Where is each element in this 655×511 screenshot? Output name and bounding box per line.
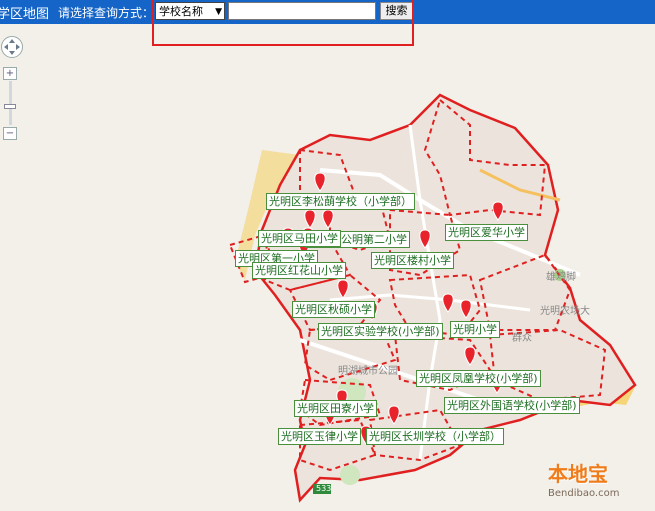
place-label: 雄鸡脚	[546, 272, 576, 283]
school-label[interactable]: 光明区实验学校(小学部)	[318, 323, 443, 340]
school-label[interactable]: 光明区红花山小学	[252, 262, 346, 279]
pan-arrows-icon	[4, 39, 20, 55]
school-label[interactable]: 光明区长圳学校（小学部）	[366, 428, 504, 445]
school-label[interactable]: 光明区外国语学校(小学部)	[444, 397, 580, 414]
school-label[interactable]: 光明区李松蓢学校（小学部）	[266, 193, 415, 210]
school-label[interactable]: 光明区马田小学	[258, 230, 341, 247]
place-label: 明湖城市公园	[338, 366, 398, 377]
school-label[interactable]: 光明小学	[450, 321, 500, 338]
watermark-url: Bendibao.com	[548, 488, 620, 499]
zoom-slider-thumb[interactable]	[4, 104, 16, 109]
school-label[interactable]: 光明区田寮小学	[294, 400, 377, 417]
pan-control[interactable]	[1, 36, 23, 58]
zoom-out-button[interactable]: −	[3, 127, 17, 140]
road-number: 533	[316, 484, 332, 493]
watermark-logo: 本地宝	[548, 462, 608, 486]
park-area	[340, 465, 360, 485]
school-label[interactable]: 光明区凤凰学校(小学部)	[416, 370, 541, 387]
school-label[interactable]: 光明区秋硕小学	[292, 301, 375, 318]
place-label: 群众	[512, 333, 532, 344]
school-label[interactable]: 光明区玉律小学	[278, 428, 361, 445]
school-label[interactable]: 光明区楼村小学	[371, 252, 454, 269]
zoom-in-button[interactable]: +	[3, 67, 17, 80]
place-label: 光明农场大	[540, 306, 590, 317]
school-label[interactable]: 光明区爱华小学	[445, 224, 528, 241]
zoom-slider-track[interactable]	[9, 81, 12, 125]
